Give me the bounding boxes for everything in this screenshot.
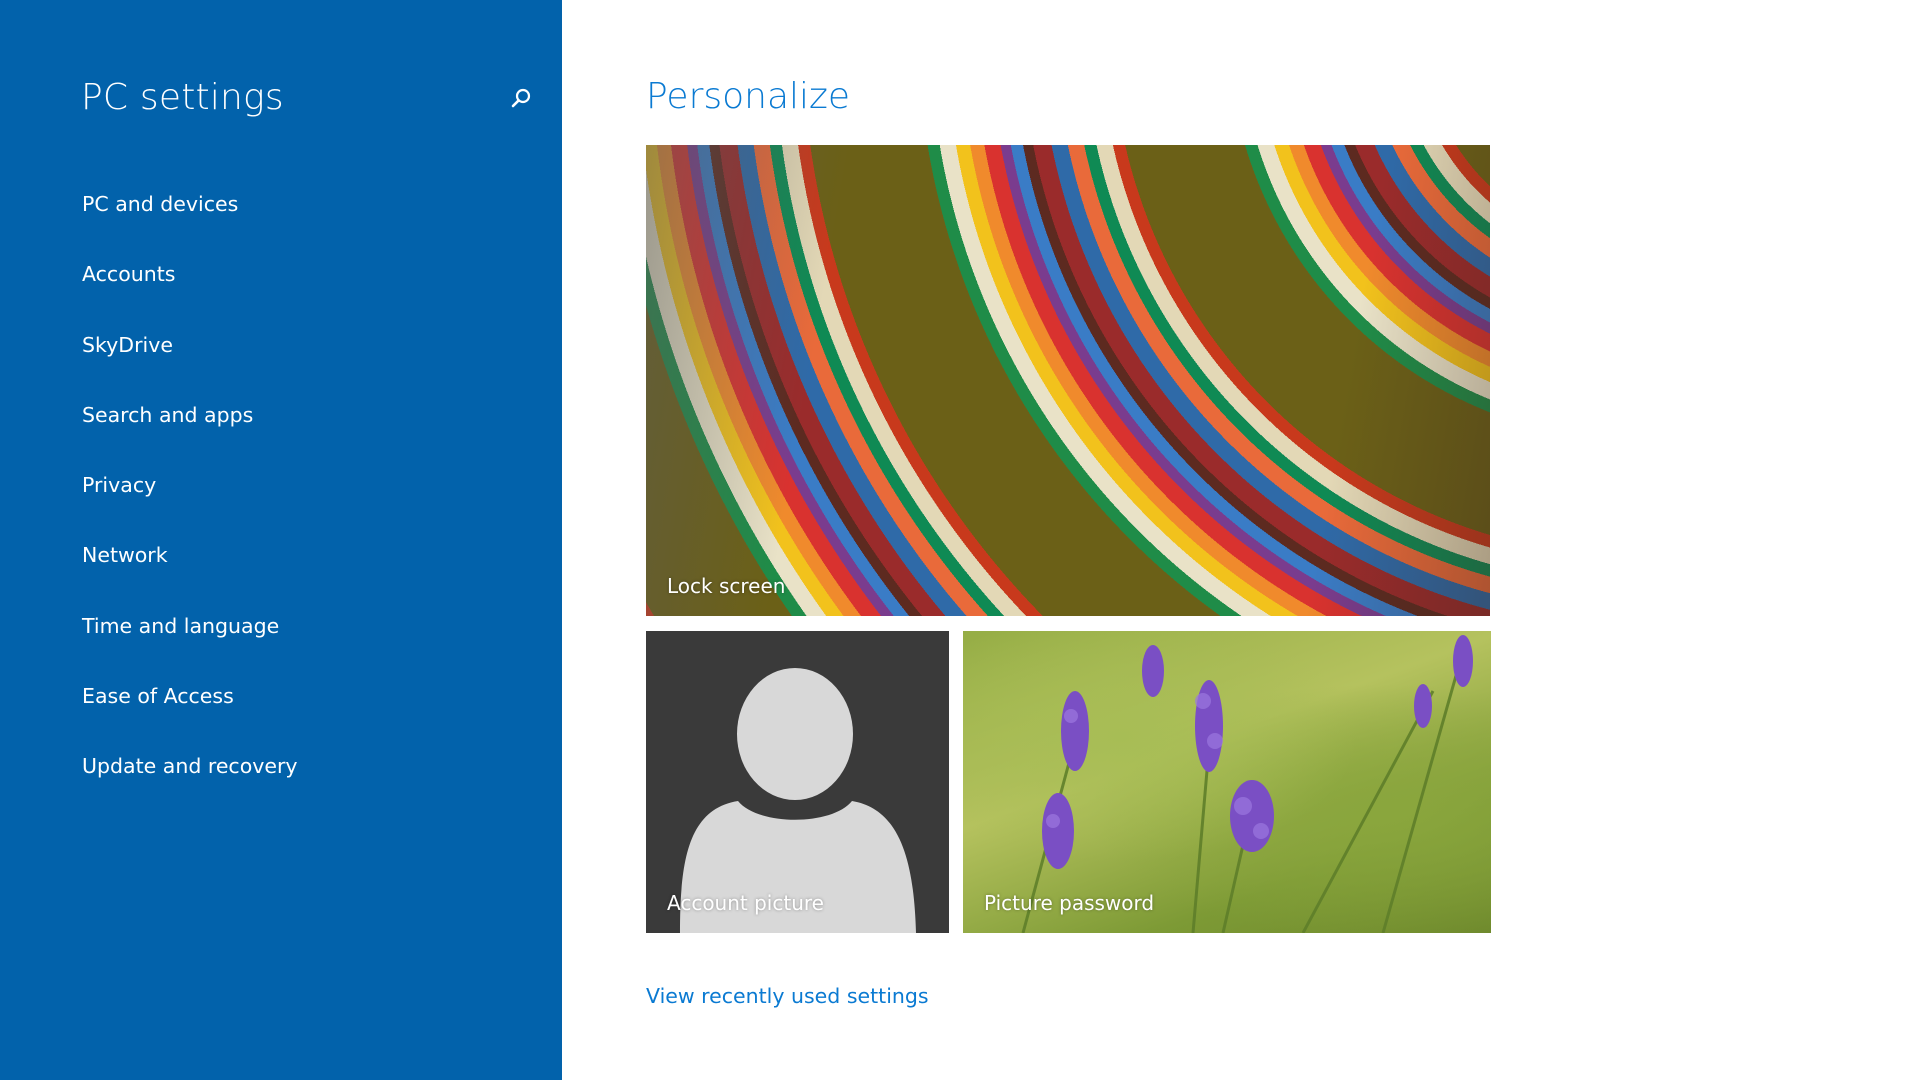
sidebar-item-accounts[interactable]: Accounts [82, 254, 298, 324]
sidebar-item-ease-of-access[interactable]: Ease of Access [82, 676, 298, 746]
lavender-image [1021, 635, 1473, 933]
search-button[interactable] [505, 82, 537, 114]
sidebar: PC settings PC and devices Accounts SkyD… [0, 0, 562, 1080]
sidebar-item-network[interactable]: Network [82, 535, 298, 605]
search-icon [511, 88, 531, 108]
sidebar-nav: PC and devices Accounts SkyDrive Search … [82, 184, 298, 817]
sidebar-title: PC settings [81, 77, 284, 118]
lock-screen-label: Lock screen [667, 574, 786, 598]
account-picture-label: Account picture [667, 891, 824, 915]
lock-screen-tile[interactable]: Lock screen [646, 145, 1490, 616]
sidebar-item-skydrive[interactable]: SkyDrive [82, 325, 298, 395]
sidebar-item-time-and-language[interactable]: Time and language [82, 606, 298, 676]
user-silhouette-icon [680, 668, 916, 933]
sidebar-item-pc-and-devices[interactable]: PC and devices [82, 184, 298, 254]
lock-screen-image [646, 145, 1490, 616]
view-recent-settings-link[interactable]: View recently used settings [646, 984, 929, 1008]
picture-password-tile[interactable]: Picture password [963, 631, 1491, 933]
account-picture-tile[interactable]: Account picture [646, 631, 949, 933]
sidebar-item-search-and-apps[interactable]: Search and apps [82, 395, 298, 465]
sidebar-item-privacy[interactable]: Privacy [82, 465, 298, 535]
page-title: Personalize [646, 76, 851, 117]
sidebar-item-update-and-recovery[interactable]: Update and recovery [82, 746, 298, 816]
pc-settings-window: PC settings PC and devices Accounts SkyD… [0, 0, 1920, 1080]
picture-password-label: Picture password [984, 891, 1155, 915]
